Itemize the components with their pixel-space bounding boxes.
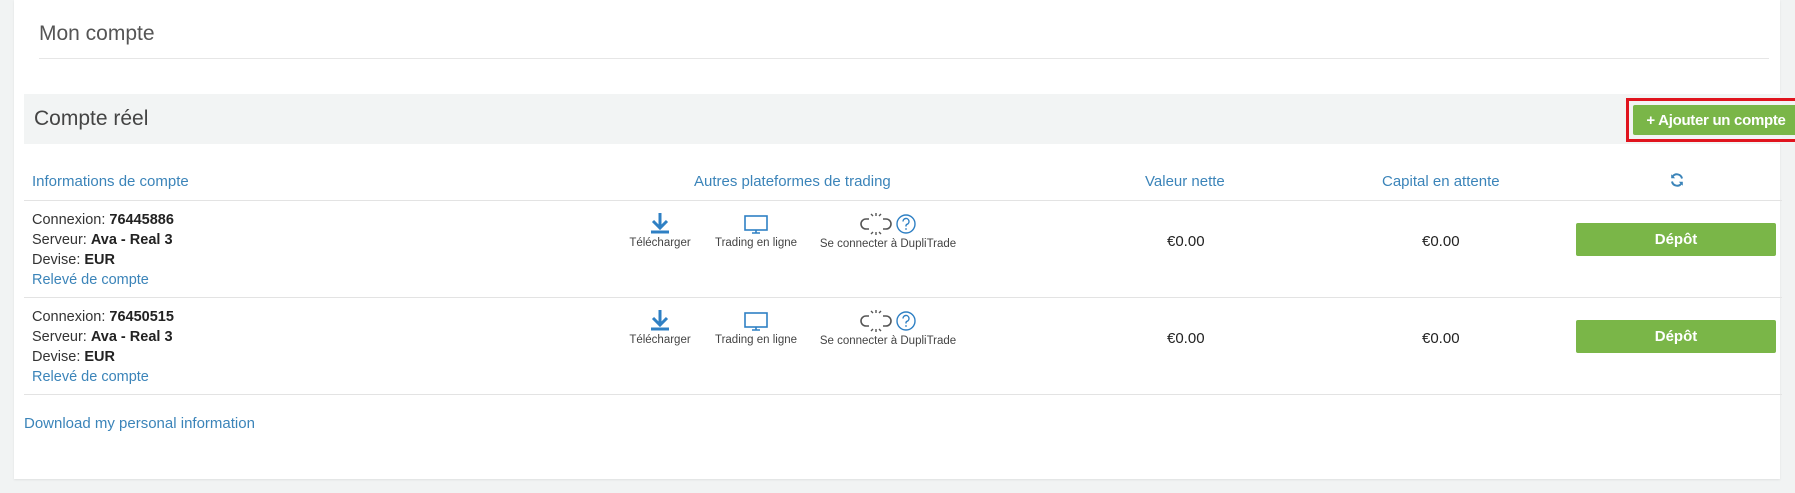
refresh-icon[interactable] [1669,172,1685,192]
currency-label: Devise: [32,349,81,365]
login-label: Connexion: [32,212,106,228]
server-value: Ava - Real 3 [90,232,173,248]
duplitrade-label: Se connecter à DupliTrade [819,238,957,250]
deposit-button[interactable]: Dépôt [1576,223,1776,256]
download-label: Télécharger [629,237,691,249]
online-trading[interactable]: Trading en ligne [712,308,800,346]
broken-link-icon [860,310,892,332]
help-icon [896,311,916,331]
download-personal-info-link[interactable]: Download my personal information [24,415,255,432]
download-icon [651,213,669,234]
add-account-button[interactable]: + Ajouter un compte [1633,105,1795,135]
column-header-platforms: Autres plateformes de trading [694,173,891,190]
online-trading[interactable]: Trading en ligne [712,211,800,249]
currency-label: Devise: [32,252,81,268]
monitor-icon [744,215,768,234]
login-value: 76445886 [109,212,174,228]
broken-link-icon [860,213,892,235]
currency-value: EUR [84,349,116,365]
page-title: Mon compte [39,22,155,45]
download-platform[interactable]: Télécharger [626,308,694,346]
account-statement-link[interactable]: Relevé de compte [32,367,174,387]
column-header-pending: Capital en attente [1382,173,1500,190]
section-title: Compte réel [34,107,149,130]
net-value: €0.00 [1167,330,1205,347]
server-label: Serveur: [32,232,87,248]
server-value: Ava - Real 3 [90,329,173,345]
row-divider [24,394,1782,395]
online-trading-label: Trading en ligne [714,334,798,346]
account-statement-link[interactable]: Relevé de compte [32,270,174,290]
title-divider [39,58,1769,59]
section-header: Compte réel + Ajouter un compte [24,94,1795,144]
pending-capital: €0.00 [1422,233,1460,250]
currency-value: EUR [84,252,116,268]
server-label: Serveur: [32,329,87,345]
net-value: €0.00 [1167,233,1205,250]
account-info: Connexion: 76445886 Serveur: Ava - Real … [32,210,174,290]
table-header-divider [24,200,1782,201]
monitor-icon [744,312,768,331]
duplitrade-connect[interactable]: Se connecter à DupliTrade [818,308,958,347]
login-value: 76450515 [109,309,174,325]
download-icon [651,310,669,331]
add-account-highlight: + Ajouter un compte [1626,98,1795,142]
table-row: Connexion: 76450515 Serveur: Ava - Real … [0,300,1795,396]
download-platform[interactable]: Télécharger [626,211,694,249]
row-divider [24,297,1782,298]
duplitrade-label: Se connecter à DupliTrade [819,335,957,347]
table-row: Connexion: 76445886 Serveur: Ava - Real … [0,203,1795,299]
duplitrade-connect[interactable]: Se connecter à DupliTrade [818,211,958,250]
login-label: Connexion: [32,309,106,325]
column-header-net: Valeur nette [1145,173,1225,190]
deposit-button[interactable]: Dépôt [1576,320,1776,353]
account-info: Connexion: 76450515 Serveur: Ava - Real … [32,307,174,387]
column-header-info: Informations de compte [32,173,189,190]
download-label: Télécharger [629,334,691,346]
online-trading-label: Trading en ligne [714,237,798,249]
help-icon [896,214,916,234]
pending-capital: €0.00 [1422,330,1460,347]
